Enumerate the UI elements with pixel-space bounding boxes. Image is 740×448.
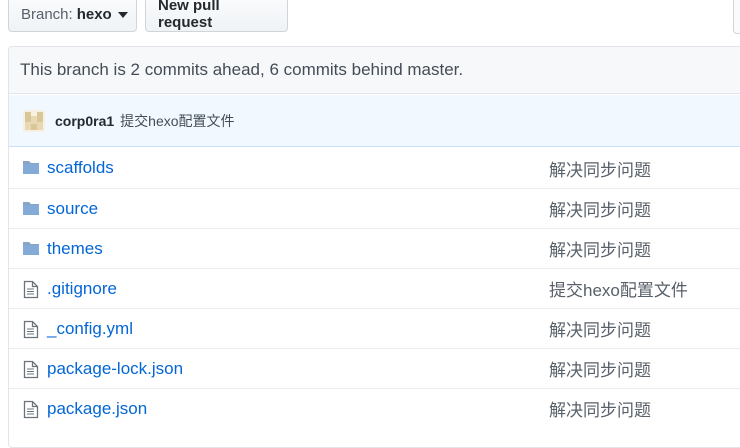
file-list: scaffolds 解决同步问题 source 解决同步问题 themes 解决同步问题.… [9,148,740,428]
commit-author-link[interactable]: corp0ra1 [55,113,114,129]
avatar[interactable] [23,109,45,132]
file-name-link[interactable]: source [47,199,98,219]
branch-status-text: This branch is 2 commits ahead, 6 commit… [20,60,464,79]
commit-message-link[interactable]: 提交hexo配置文件 [549,276,688,301]
caret-down-icon [117,12,128,18]
commit-message-link[interactable]: 提交hexo配置文件 [120,111,234,131]
commit-message-link[interactable]: 解决同步问题 [549,156,651,181]
commit-message-link[interactable]: 解决同步问题 [549,396,651,421]
file-browser-panel: This branch is 2 commits ahead, 6 commit… [8,46,740,448]
file-icon [23,280,41,299]
branch-status-bar: This branch is 2 commits ahead, 6 commit… [9,47,740,94]
latest-commit-bar: corp0ra1 提交hexo配置文件 [9,95,740,147]
commit-message-link[interactable]: 解决同步问题 [549,316,651,341]
file-row: package.json 解决同步问题 [9,388,740,428]
toolbar-edge-button[interactable] [733,0,740,34]
folder-icon [22,200,40,218]
file-row: .gitignore 提交hexo配置文件 [9,268,740,308]
identicon-icon [23,109,45,132]
file-name-link[interactable]: .gitignore [47,279,117,299]
file-row: _config.yml 解决同步问题 [9,308,740,348]
file-icon [23,320,41,339]
branch-label: Branch: [21,5,73,23]
file-name-link[interactable]: _config.yml [47,319,133,339]
file-icon [23,360,41,379]
file-row: package-lock.json 解决同步问题 [9,348,740,388]
file-row: source 解决同步问题 [9,188,740,228]
branch-value: hexo [76,5,112,23]
file-name-link[interactable]: package-lock.json [47,359,183,379]
commit-message-link[interactable]: 解决同步问题 [549,236,651,261]
repo-toolbar: Branch: hexo New pull request [0,0,740,34]
file-name-link[interactable]: scaffolds [47,158,114,178]
file-row: scaffolds 解决同步问题 [9,148,740,188]
branch-select-button[interactable]: Branch: hexo [8,0,137,32]
file-name-link[interactable]: themes [47,239,103,259]
new-pull-request-button[interactable]: New pull request [145,0,288,32]
file-icon [23,400,41,419]
commit-message-link[interactable]: 解决同步问题 [549,196,651,221]
commit-message-link[interactable]: 解决同步问题 [549,356,651,381]
folder-icon [22,240,40,258]
file-row: themes 解决同步问题 [9,228,740,268]
folder-icon [22,159,40,177]
file-name-link[interactable]: package.json [47,399,147,419]
